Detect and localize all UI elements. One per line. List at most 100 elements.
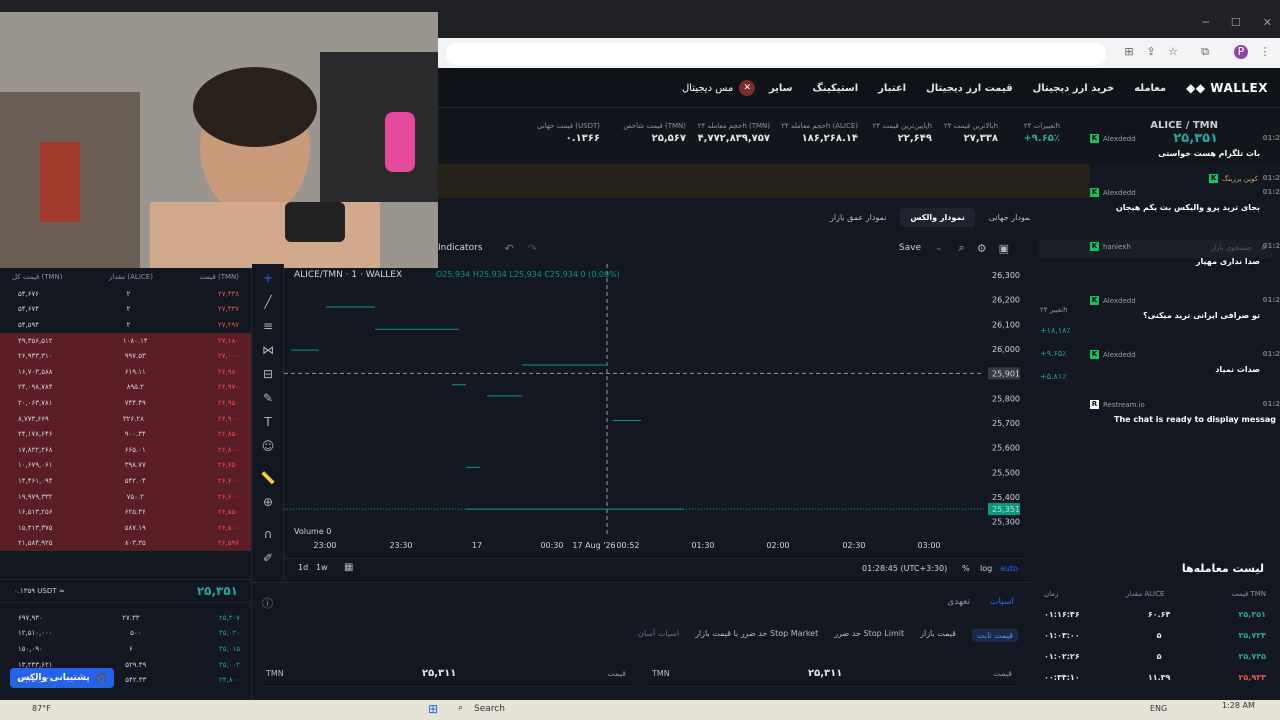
- trade-amount: ۵: [1156, 631, 1162, 640]
- stat-high: بالاترین قیمت ۲۴h ۲۷,۳۳۸: [944, 122, 998, 144]
- percent-toggle[interactable]: %: [962, 564, 970, 573]
- ask-row[interactable]: ۵۴,۶۷۴ ۲ ۲۷,۳۳۷: [0, 302, 251, 318]
- redo-icon[interactable]: ↷: [528, 242, 537, 255]
- buy-price-field[interactable]: TMN ۲۵,۳۱۱ قیمت: [648, 665, 1018, 687]
- brush-icon[interactable]: ✎: [260, 390, 276, 406]
- ask-row[interactable]: ۱۷,۸۲۲,۲۶۸ ۶۶۵.۰۱ ۲۶,۸۰۰: [0, 441, 251, 458]
- camera-icon[interactable]: ▣: [999, 242, 1009, 255]
- ask-row[interactable]: ۲۴,۰۹۸,۷۸۴ ۸۹۵.۲ ۲۶,۹۷۰: [0, 379, 251, 396]
- indicators-button[interactable]: Indicators: [438, 243, 482, 253]
- trendline-icon[interactable]: ╱: [260, 294, 276, 310]
- range-1w[interactable]: 1w: [316, 563, 328, 572]
- promo-mes[interactable]: مس دیجیتال ✕: [682, 78, 756, 98]
- type-stop-limit[interactable]: حد ضرر Stop Limit: [834, 629, 904, 642]
- ask-row[interactable]: ۱۶,۵۱۳,۲۵۶ ۶۲۵.۳۶ ۲۶,۵۵۰: [0, 504, 251, 520]
- ask-row[interactable]: ۲۱,۵۸۴,۹۲۵ ۸۰۳.۳۵ ۲۶,۵۹۷: [0, 535, 251, 552]
- trade-row: ۰۱:۰۳:۰۰ ۵ ۲۵,۷۲۴: [1030, 625, 1280, 646]
- address-bar[interactable]: [446, 43, 1106, 65]
- save-button[interactable]: Save: [899, 243, 921, 253]
- bid-row[interactable]: ۱۵۰,۰۹۰ ۶ ۲۵,۰۱۵: [0, 641, 252, 657]
- bid-amount: ۵۰۰: [130, 629, 142, 638]
- weather[interactable]: 87°F: [32, 704, 51, 713]
- range-1d[interactable]: 1d: [298, 563, 308, 572]
- date-range-icon[interactable]: ▦: [344, 562, 353, 573]
- ruler-icon[interactable]: 📏: [260, 470, 276, 486]
- auto-toggle[interactable]: auto: [1000, 564, 1018, 573]
- share-icon[interactable]: ⇪: [1144, 45, 1158, 59]
- bookmark-star-icon[interactable]: ☆: [1166, 45, 1180, 59]
- type-limit[interactable]: قیمت ثابت: [971, 629, 1018, 642]
- type-stop-market[interactable]: حد ضرر با قیمت بازار Stop Market: [695, 629, 818, 642]
- close-icon[interactable]: ✕: [1263, 16, 1272, 29]
- text-icon[interactable]: T: [260, 414, 276, 430]
- bid-total: ۱۲,۵۱۰,۰۰۰: [18, 629, 53, 638]
- tab-depth-chart[interactable]: نمودار عمق بازار: [820, 208, 896, 227]
- ask-total: ۱۵,۴۱۳,۳۷۵: [18, 523, 53, 532]
- lock-draw-icon[interactable]: ✐: [260, 550, 276, 566]
- translate-icon[interactable]: ⊞: [1122, 45, 1136, 59]
- ask-row[interactable]: ۲۶,۹۳۳,۳۱۰ ۹۹۷.۵۳ ۲۷,۰۰۰: [0, 348, 251, 364]
- x-tick-label: 00:52: [616, 541, 639, 550]
- ask-row[interactable]: ۲۹,۳۵۶,۵۱۲ ۱۰۸۰.۱۴ ۲۷,۱۸۰: [0, 332, 251, 349]
- ask-row[interactable]: ۲۰,۰۶۳,۷۸۱ ۷۴۴.۴۹ ۲۶,۹۵۰: [0, 395, 251, 411]
- nav-item-buy[interactable]: خرید ارز دیجیتال: [1033, 83, 1115, 94]
- ask-row[interactable]: ۲۴,۱۷۸,۶۴۶ ۹۰۰.۳۴ ۲۶,۸۵۰: [0, 426, 251, 442]
- sell-price-field[interactable]: TMN ۲۵,۳۱۱ قیمت: [262, 665, 632, 687]
- nav-item-other[interactable]: سایر: [769, 83, 793, 94]
- fib-icon[interactable]: ≡: [260, 318, 276, 334]
- settings-gear-icon[interactable]: ⚙: [977, 242, 987, 255]
- tab-margin[interactable]: تعهدی: [947, 597, 970, 607]
- ask-amount: ۳۲۶.۲۸: [122, 414, 144, 423]
- browser-menu-icon[interactable]: ⋮: [1258, 45, 1272, 59]
- language-indicator[interactable]: ENG: [1150, 704, 1167, 713]
- clock[interactable]: 1:28 AM: [1222, 701, 1255, 710]
- ask-row[interactable]: ۵۴,۶۷۶ ۲ ۲۷,۳۳۸: [0, 286, 251, 302]
- zoom-icon[interactable]: ⊕: [260, 494, 276, 510]
- quick-search-icon[interactable]: ⌕: [959, 241, 965, 255]
- emoji-icon[interactable]: ☺: [260, 438, 276, 454]
- search-taskbar-icon[interactable]: ⌕: [458, 703, 463, 713]
- nav-item-prices[interactable]: قیمت ارز دیجیتال: [926, 83, 1013, 94]
- stat-index: قیمت شاخص (TMN) ۲۵,۵۶۷: [623, 122, 686, 144]
- chevron-down-icon[interactable]: ⌄: [935, 243, 943, 253]
- bid-row[interactable]: ۶۹۷,۹۳۰ ۲۷.۳۳ ۲۵,۳۰۷: [0, 610, 252, 626]
- forecast-icon[interactable]: ⊟: [260, 366, 276, 382]
- pattern-icon[interactable]: ⋈: [260, 342, 276, 358]
- tab-spot[interactable]: اسپات: [990, 597, 1014, 607]
- magnet-icon[interactable]: ∩: [260, 526, 276, 542]
- taskbar-search[interactable]: Search: [474, 704, 505, 714]
- log-toggle[interactable]: log: [980, 564, 992, 573]
- start-icon[interactable]: ⊞: [428, 702, 438, 716]
- ask-row[interactable]: ۱۰,۶۷۹,۰۶۱ ۳۹۸.۷۷ ۲۶,۷۵۰: [0, 457, 251, 474]
- bid-price: ۲۵,۰۲۰: [218, 629, 240, 638]
- close-promo-icon[interactable]: ✕: [739, 80, 756, 96]
- type-market[interactable]: قیمت بازار: [920, 629, 956, 642]
- price-chart[interactable]: 26,300 26,200 26,100 26,000 25,901 25,800 25,7…: [284, 264, 1026, 580]
- bid-row[interactable]: ۱۲,۵۱۰,۰۰۰ ۵۰۰ ۲۵,۰۲۰: [0, 626, 252, 642]
- tab-wallex-chart[interactable]: نمودار والکس: [900, 208, 975, 227]
- chart-tabs: نمودار جهانی نمودار والکس نمودار عمق باز…: [820, 208, 1042, 227]
- bids-list: ۶۹۷,۹۳۰ ۲۷.۳۳ ۲۵,۳۰۷ ۱۲,۵۱۰,۰۰۰ ۵۰۰ ۲۵,۰۲۰ ۱۵۰…: [0, 610, 252, 688]
- crosshair-icon[interactable]: +: [260, 270, 276, 286]
- nav-item-trade[interactable]: معامله: [1134, 83, 1166, 94]
- ask-row[interactable]: ۸,۷۷۳,۶۶۹ ۳۲۶.۲۸ ۲۶,۹۰۰: [0, 410, 251, 427]
- ask-row[interactable]: ۱۶,۷۰۳,۵۸۸ ۶۱۹.۱۱ ۲۶,۹۸۰: [0, 363, 251, 380]
- extensions-icon[interactable]: ⧉: [1198, 45, 1212, 59]
- ask-row[interactable]: ۱۵,۴۱۳,۳۷۵ ۵۸۷.۱۹ ۲۶,۵۰۰: [0, 519, 251, 536]
- ask-amount: ۸۰۳.۳۵: [124, 539, 146, 548]
- type-easy-spot[interactable]: اسپات آسان: [638, 629, 679, 642]
- chart-clock[interactable]: 01:28:45 (UTC+3:30): [862, 564, 947, 573]
- profile-avatar[interactable]: P: [1234, 45, 1248, 59]
- ask-row[interactable]: ۱۹,۹۷۹,۳۳۲ ۷۵۰.۲ ۲۶,۶۰۰: [0, 488, 251, 505]
- wallex-logo[interactable]: ◆◆ WALLEX: [1186, 81, 1268, 95]
- minimize-icon[interactable]: ─: [1202, 16, 1209, 29]
- nav-item-credit[interactable]: اعتبار: [878, 83, 906, 94]
- info-icon[interactable]: ⓘ: [262, 595, 273, 611]
- ask-amount: ۷۵۰.۲: [126, 492, 144, 501]
- undo-icon[interactable]: ↶: [504, 242, 513, 255]
- ask-row[interactable]: ۵۴,۵۹۴ ۲ ۲۷,۲۹۷: [0, 317, 251, 333]
- ohlc-readout: O25,934 H25,934 L25,934 C25,934 0 (0.00%…: [436, 270, 620, 279]
- ask-row[interactable]: ۱۴,۴۶۱,۰۹۴ ۵۴۲.۰۴ ۲۶,۷۰۰: [0, 473, 251, 489]
- maximize-icon[interactable]: ☐: [1231, 16, 1241, 29]
- nav-item-staking[interactable]: استیکینگ: [813, 83, 859, 94]
